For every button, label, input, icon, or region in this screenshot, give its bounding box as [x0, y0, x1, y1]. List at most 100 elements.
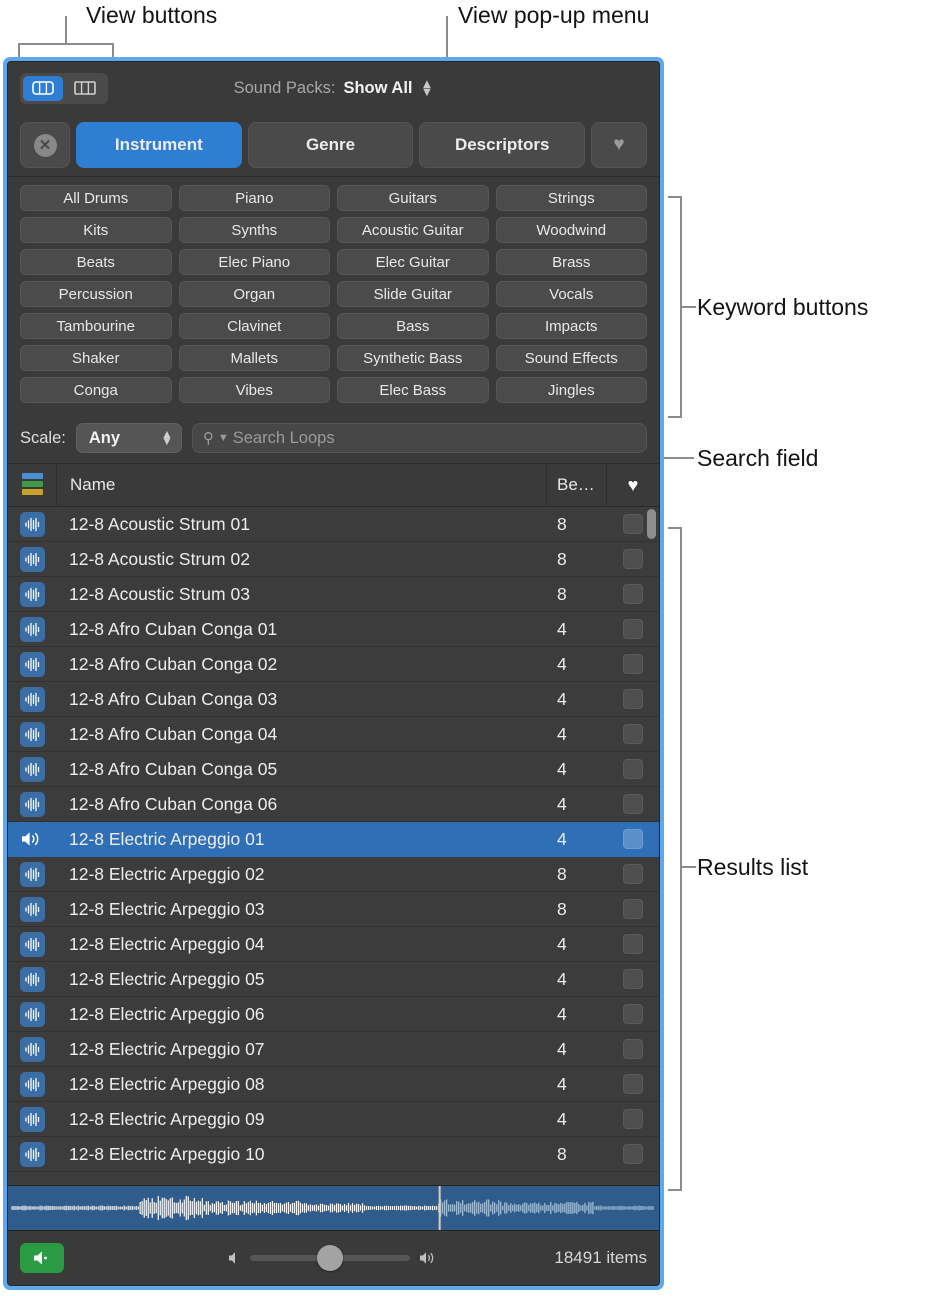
search-input[interactable]: ⚲ ▼ Search Loops [192, 423, 647, 453]
clear-filters-button[interactable]: ✕ [20, 122, 70, 168]
table-row[interactable]: 12-8 Acoustic Strum 018 [8, 507, 659, 542]
row-preview-button[interactable] [8, 1142, 56, 1167]
favorite-checkbox[interactable] [623, 689, 643, 709]
keyword-button[interactable]: Vibes [179, 377, 331, 403]
keyword-button[interactable]: Beats [20, 249, 172, 275]
favorite-checkbox[interactable] [623, 724, 643, 744]
favorite-checkbox[interactable] [623, 829, 643, 849]
row-preview-button[interactable] [8, 1072, 56, 1097]
row-preview-button[interactable] [8, 897, 56, 922]
keyword-button[interactable]: Organ [179, 281, 331, 307]
table-row[interactable]: 12-8 Electric Arpeggio 014 [8, 822, 659, 857]
keyword-button[interactable]: Tambourine [20, 313, 172, 339]
table-row[interactable]: 12-8 Afro Cuban Conga 054 [8, 752, 659, 787]
table-row[interactable]: 12-8 Acoustic Strum 028 [8, 542, 659, 577]
scrollbar-thumb[interactable] [647, 509, 656, 539]
favorites-filter-button[interactable]: ♥ [591, 122, 647, 168]
keyword-button[interactable]: Synths [179, 217, 331, 243]
keyword-button[interactable]: Clavinet [179, 313, 331, 339]
preview-play-button[interactable] [20, 1243, 64, 1273]
favorite-checkbox[interactable] [623, 619, 643, 639]
sound-packs-value[interactable]: Show All [343, 79, 412, 98]
results-scrollbar[interactable] [646, 509, 657, 1183]
keyword-button[interactable]: Elec Guitar [337, 249, 489, 275]
keyword-button[interactable]: Elec Piano [179, 249, 331, 275]
category-button-instrument[interactable]: Instrument [76, 122, 242, 168]
volume-slider[interactable] [250, 1255, 410, 1261]
table-row[interactable]: 12-8 Electric Arpeggio 074 [8, 1032, 659, 1067]
table-row[interactable]: 12-8 Electric Arpeggio 044 [8, 927, 659, 962]
waveform-preview[interactable] [8, 1185, 659, 1231]
favorite-column-header[interactable]: ♥ [606, 464, 659, 506]
keyword-button[interactable]: Piano [179, 185, 331, 211]
row-preview-button[interactable] [8, 512, 56, 537]
column-view-button[interactable] [65, 76, 105, 101]
favorite-checkbox[interactable] [623, 1039, 643, 1059]
table-row[interactable]: 12-8 Afro Cuban Conga 034 [8, 682, 659, 717]
name-column-header[interactable]: Name [57, 475, 546, 495]
keyword-button[interactable]: Slide Guitar [337, 281, 489, 307]
keyword-button[interactable]: Impacts [496, 313, 648, 339]
favorite-checkbox[interactable] [623, 794, 643, 814]
favorite-checkbox[interactable] [623, 584, 643, 604]
table-row[interactable]: 12-8 Afro Cuban Conga 044 [8, 717, 659, 752]
favorite-checkbox[interactable] [623, 899, 643, 919]
results-list[interactable]: 12-8 Acoustic Strum 01812-8 Acoustic Str… [8, 507, 659, 1185]
favorite-checkbox[interactable] [623, 654, 643, 674]
keyword-button[interactable]: Mallets [179, 345, 331, 371]
row-preview-button[interactable] [8, 1002, 56, 1027]
table-row[interactable]: 12-8 Afro Cuban Conga 064 [8, 787, 659, 822]
keyword-button[interactable]: Conga [20, 377, 172, 403]
keyword-button[interactable]: Acoustic Guitar [337, 217, 489, 243]
stepper-chevrons-icon[interactable]: ▲▼ [421, 80, 434, 96]
table-row[interactable]: 12-8 Electric Arpeggio 038 [8, 892, 659, 927]
scale-popup-button[interactable]: Any ▲▼ [76, 423, 182, 453]
favorite-checkbox[interactable] [623, 1144, 643, 1164]
grid-view-button[interactable] [23, 76, 63, 101]
keyword-button[interactable]: Synthetic Bass [337, 345, 489, 371]
row-preview-button[interactable] [8, 687, 56, 712]
table-row[interactable]: 12-8 Acoustic Strum 038 [8, 577, 659, 612]
keyword-button[interactable]: Brass [496, 249, 648, 275]
row-preview-button[interactable] [8, 1107, 56, 1132]
table-row[interactable]: 12-8 Electric Arpeggio 064 [8, 997, 659, 1032]
keyword-button[interactable]: Woodwind [496, 217, 648, 243]
favorite-checkbox[interactable] [623, 1109, 643, 1129]
category-button-genre[interactable]: Genre [248, 122, 414, 168]
beats-column-header[interactable]: Be… [546, 464, 606, 506]
keyword-button[interactable]: Shaker [20, 345, 172, 371]
favorite-checkbox[interactable] [623, 934, 643, 954]
keyword-button[interactable]: Guitars [337, 185, 489, 211]
favorite-checkbox[interactable] [623, 1074, 643, 1094]
row-preview-button[interactable] [8, 652, 56, 677]
keyword-button[interactable]: Percussion [20, 281, 172, 307]
keyword-button[interactable]: Vocals [496, 281, 648, 307]
table-row[interactable]: 12-8 Electric Arpeggio 084 [8, 1067, 659, 1102]
favorite-checkbox[interactable] [623, 759, 643, 779]
favorite-checkbox[interactable] [623, 1004, 643, 1024]
keyword-button[interactable]: All Drums [20, 185, 172, 211]
row-preview-button[interactable] [8, 932, 56, 957]
row-preview-button[interactable] [8, 862, 56, 887]
table-row[interactable]: 12-8 Afro Cuban Conga 024 [8, 647, 659, 682]
row-preview-button[interactable] [8, 1037, 56, 1062]
row-preview-button[interactable] [8, 757, 56, 782]
keyword-button[interactable]: Kits [20, 217, 172, 243]
table-row[interactable]: 12-8 Afro Cuban Conga 014 [8, 612, 659, 647]
volume-slider-knob[interactable] [317, 1245, 343, 1271]
keyword-button[interactable]: Bass [337, 313, 489, 339]
category-button-descriptors[interactable]: Descriptors [419, 122, 585, 168]
row-preview-button[interactable] [8, 547, 56, 572]
table-row[interactable]: 12-8 Electric Arpeggio 094 [8, 1102, 659, 1137]
favorite-checkbox[interactable] [623, 514, 643, 534]
favorite-checkbox[interactable] [623, 969, 643, 989]
table-row[interactable]: 12-8 Electric Arpeggio 028 [8, 857, 659, 892]
table-row[interactable]: 12-8 Electric Arpeggio 108 [8, 1137, 659, 1172]
keyword-button[interactable]: Strings [496, 185, 648, 211]
keyword-button[interactable]: Elec Bass [337, 377, 489, 403]
type-column-header[interactable] [8, 464, 57, 506]
favorite-checkbox[interactable] [623, 549, 643, 569]
row-preview-button[interactable] [8, 582, 56, 607]
table-row[interactable]: 12-8 Electric Arpeggio 054 [8, 962, 659, 997]
keyword-button[interactable]: Jingles [496, 377, 648, 403]
